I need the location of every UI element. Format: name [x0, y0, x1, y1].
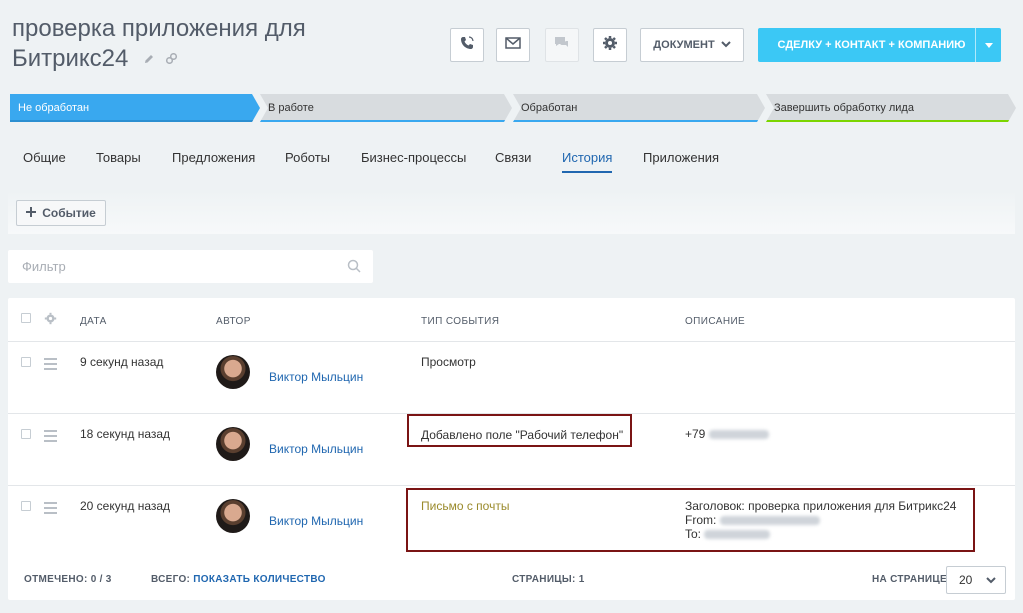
phone-value: +79 [685, 427, 706, 441]
show-count-link[interactable]: ПОКАЗАТЬ КОЛИЧЕСТВО [193, 574, 325, 585]
per-page-value: 20 [959, 573, 973, 587]
pencil-icon[interactable] [143, 52, 159, 68]
convert-dropdown-button[interactable] [975, 28, 1001, 62]
row-author-link[interactable]: Виктор Мыльцин [269, 514, 363, 528]
avatar[interactable] [216, 427, 250, 461]
page-title: проверка приложения для Битрикс24 [12, 14, 306, 75]
history-toolbar: Событие [8, 190, 1015, 234]
pages-info: СТРАНИЦЫ: 1 [512, 574, 585, 585]
avatar[interactable] [216, 499, 250, 533]
convert-button[interactable]: СДЕЛКУ + КОНТАКТ + КОМПАНИЮ [758, 28, 1001, 62]
plus-icon [26, 206, 37, 220]
mail-icon [505, 36, 521, 54]
avatar[interactable] [216, 355, 250, 389]
stage-processed[interactable]: Обработан [513, 94, 765, 122]
tab-general[interactable]: Общие [23, 150, 66, 165]
convert-button-label: СДЕЛКУ + КОНТАКТ + КОМПАНИЮ [777, 39, 966, 51]
row-checkbox[interactable] [21, 357, 31, 367]
highlight-box [407, 414, 632, 447]
stage-finish[interactable]: Завершить обработку лида [766, 94, 1016, 122]
tab-products[interactable]: Товары [96, 150, 141, 165]
grid-header: ДАТА АВТОР ТИП СОБЫТИЯ ОПИСАНИЕ [8, 298, 1015, 342]
chevron-down-icon [984, 42, 993, 48]
per-page-label: НА СТРАНИЦЕ: [872, 574, 951, 585]
redacted-value [708, 430, 769, 440]
history-grid: ДАТА АВТОР ТИП СОБЫТИЯ ОПИСАНИЕ 9 секунд… [8, 298, 1015, 600]
row-author-link[interactable]: Виктор Мыльцин [269, 370, 363, 384]
hamburger-icon[interactable] [44, 358, 57, 373]
link-icon[interactable] [165, 52, 178, 68]
tab-bar: Общие Товары Предложения Роботы Бизнес-п… [0, 140, 1023, 176]
column-header-event-type[interactable]: ТИП СОБЫТИЯ [421, 316, 499, 327]
stage-label: Не обработан [18, 102, 90, 114]
email-button[interactable] [496, 28, 530, 62]
column-header-author[interactable]: АВТОР [216, 316, 251, 327]
filter-box [8, 250, 373, 283]
tab-robots[interactable]: Роботы [285, 150, 330, 165]
row-event-type: Просмотр [421, 355, 476, 369]
add-event-button[interactable]: Событие [16, 200, 106, 226]
column-header-description[interactable]: ОПИСАНИЕ [685, 316, 745, 327]
document-button-label: ДОКУМЕНТ [653, 39, 715, 51]
stage-new[interactable]: Не обработан [10, 94, 260, 122]
gear-icon [602, 35, 618, 56]
stage-label: В работе [268, 102, 314, 114]
gear-icon[interactable] [44, 312, 57, 330]
total-label: ВСЕГО: [151, 574, 191, 585]
row-checkbox[interactable] [21, 501, 31, 511]
tab-relations[interactable]: Связи [495, 150, 531, 165]
title-line-1: проверка приложения для [12, 15, 306, 42]
total-count: ВСЕГО: ПОКАЗАТЬ КОЛИЧЕСТВО [151, 574, 326, 585]
highlight-box [406, 488, 975, 552]
search-icon[interactable] [347, 259, 361, 278]
select-all-checkbox[interactable] [21, 313, 31, 323]
chevron-down-icon [986, 573, 997, 587]
row-date: 9 секунд назад [80, 355, 164, 369]
column-header-date[interactable]: ДАТА [80, 316, 107, 327]
per-page-select[interactable]: 20 [946, 566, 1006, 594]
selected-count: ОТМЕЧЕНО: 0 / 3 [24, 574, 112, 585]
tab-offers[interactable]: Предложения [172, 150, 255, 165]
document-button[interactable]: ДОКУМЕНТ [640, 28, 744, 62]
hamburger-icon[interactable] [44, 430, 57, 445]
filter-input[interactable] [8, 250, 328, 283]
row-date: 20 секунд назад [80, 499, 171, 513]
add-event-label: Событие [42, 206, 96, 220]
stage-bar: Не обработан В работе Обработан Завершит… [10, 94, 1016, 122]
page-header: проверка приложения для Битрикс24 ДОКУМЕ… [0, 0, 1023, 90]
chat-button[interactable] [545, 28, 579, 62]
row-checkbox[interactable] [21, 429, 31, 439]
stage-label: Обработан [521, 102, 578, 114]
phone-icon [459, 35, 475, 56]
row-description: +79 [685, 427, 769, 441]
tab-history[interactable]: История [562, 150, 613, 173]
hamburger-icon[interactable] [44, 502, 57, 517]
tab-applications[interactable]: Приложения [643, 150, 719, 165]
stage-label: Завершить обработку лида [774, 102, 914, 114]
chat-icon [554, 36, 570, 55]
title-line-2: Битрикс24 [12, 45, 129, 72]
stage-in-progress[interactable]: В работе [260, 94, 512, 122]
table-row: 9 секунд назад Виктор Мыльцин Просмотр [8, 342, 1015, 414]
settings-button[interactable] [593, 28, 627, 62]
chevron-down-icon [720, 39, 731, 51]
grid-footer: ОТМЕЧЕНО: 0 / 3 ВСЕГО: ПОКАЗАТЬ КОЛИЧЕСТ… [8, 560, 1015, 600]
row-author-link[interactable]: Виктор Мыльцин [269, 442, 363, 456]
call-button[interactable] [450, 28, 484, 62]
row-date: 18 секунд назад [80, 427, 171, 441]
tab-business-processes[interactable]: Бизнес-процессы [361, 150, 466, 165]
